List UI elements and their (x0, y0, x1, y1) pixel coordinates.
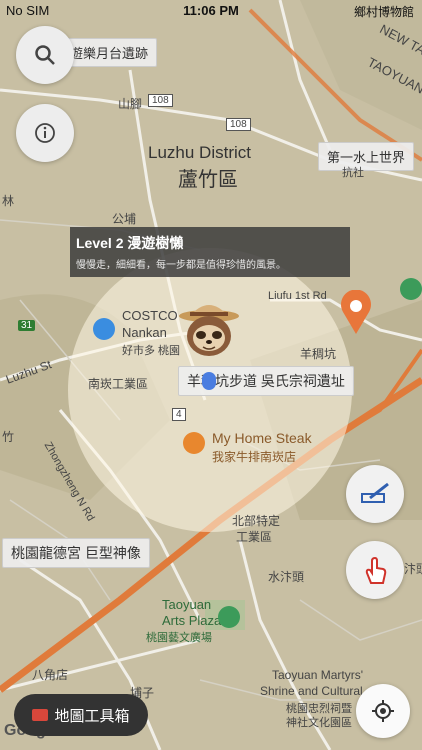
sloth-avatar-icon (179, 305, 239, 356)
steak-name-en: My Home Steak (212, 430, 312, 446)
sloth-avatar-marker[interactable] (170, 298, 248, 368)
search-button[interactable] (16, 26, 74, 84)
map-label-gongshun: 公埔 (112, 212, 137, 226)
destination-pin-icon[interactable] (339, 289, 373, 339)
touch-mode-button[interactable] (346, 541, 404, 599)
arts-plaza-en2: Arts Plaza (162, 613, 222, 628)
road-shield-4: 4 (172, 408, 186, 421)
toolbox-icon (32, 709, 49, 721)
map-label-beibu2: 工業區 (236, 530, 273, 544)
road-liufu: Liufu 1st Rd (268, 290, 327, 302)
info-button[interactable] (16, 104, 74, 162)
poi-water-world[interactable]: 第一水上世界 (318, 142, 415, 171)
search-icon (35, 45, 55, 65)
user-location-icon (202, 372, 216, 390)
road-shield-108b: 108 (148, 94, 173, 107)
district-name-en: Luzhu District (148, 143, 251, 162)
map-label-zhu: 竹 (2, 430, 15, 444)
shopping-cart-icon[interactable] (93, 318, 115, 340)
level-card: Level 2 漫遊樹懶 慢慢走，細細看，每一步都是值得珍惜的風景。 (70, 227, 350, 277)
map-label-bajiaodian: 八角店 (32, 668, 69, 682)
road-shield-31: 31 (18, 320, 36, 331)
status-right-text: 鄉村博物館 (353, 5, 414, 19)
hiking-poi-icon[interactable] (400, 278, 422, 300)
map-label-beibu: 北部特定 (232, 514, 281, 528)
map-toolbox-button[interactable]: 地圖工具箱 (14, 694, 148, 736)
locate-me-button[interactable] (356, 684, 410, 738)
info-icon (35, 123, 55, 143)
martyrs-zh2: 神社文化園區 (286, 717, 352, 729)
district-name-zh: 蘆竹區 (178, 169, 238, 191)
hand-touch-icon (365, 556, 387, 584)
crosshair-icon (372, 700, 394, 722)
poi-temple[interactable]: 桃園龍德宮 巨型神像 (2, 538, 150, 568)
map-label-yangchoukeng: 羊稠坑 (300, 347, 337, 361)
tree-icon[interactable] (218, 606, 240, 628)
map-label-lin: 林 (2, 194, 15, 208)
steak-name-zh: 我家牛排南崁店 (212, 450, 297, 464)
map-label-shuimutou: 水汴頭 (268, 570, 305, 584)
map-label-shanjiao: 山腳 (118, 97, 143, 111)
martyrs-en2: Shrine and Cultural (260, 684, 363, 698)
level-subtitle: 慢慢走，細細看，每一步都是值得珍惜的風景。 (76, 260, 286, 271)
arts-plaza-zh: 桃園藝文廣場 (146, 632, 212, 644)
costco-name-en2: Nankan (122, 325, 167, 340)
edit-route-button[interactable] (346, 465, 404, 523)
martyrs-en: Taoyuan Martyrs' (272, 668, 363, 682)
map-label-poi-sub: 抗社 (342, 167, 364, 179)
toolbox-label: 地圖工具箱 (54, 707, 130, 725)
status-bar: No SIM 11:06 PM 鄉村博物館 (0, 0, 422, 22)
restaurant-icon[interactable] (183, 432, 205, 454)
arts-plaza-en: Taoyuan (162, 597, 212, 612)
road-shield-108: 108 (226, 118, 251, 131)
level-title: Level 2 漫遊樹懶 (76, 235, 184, 251)
pencil-ruler-icon (361, 482, 389, 503)
map-label-nankan-industrial: 南崁工業區 (88, 377, 149, 391)
